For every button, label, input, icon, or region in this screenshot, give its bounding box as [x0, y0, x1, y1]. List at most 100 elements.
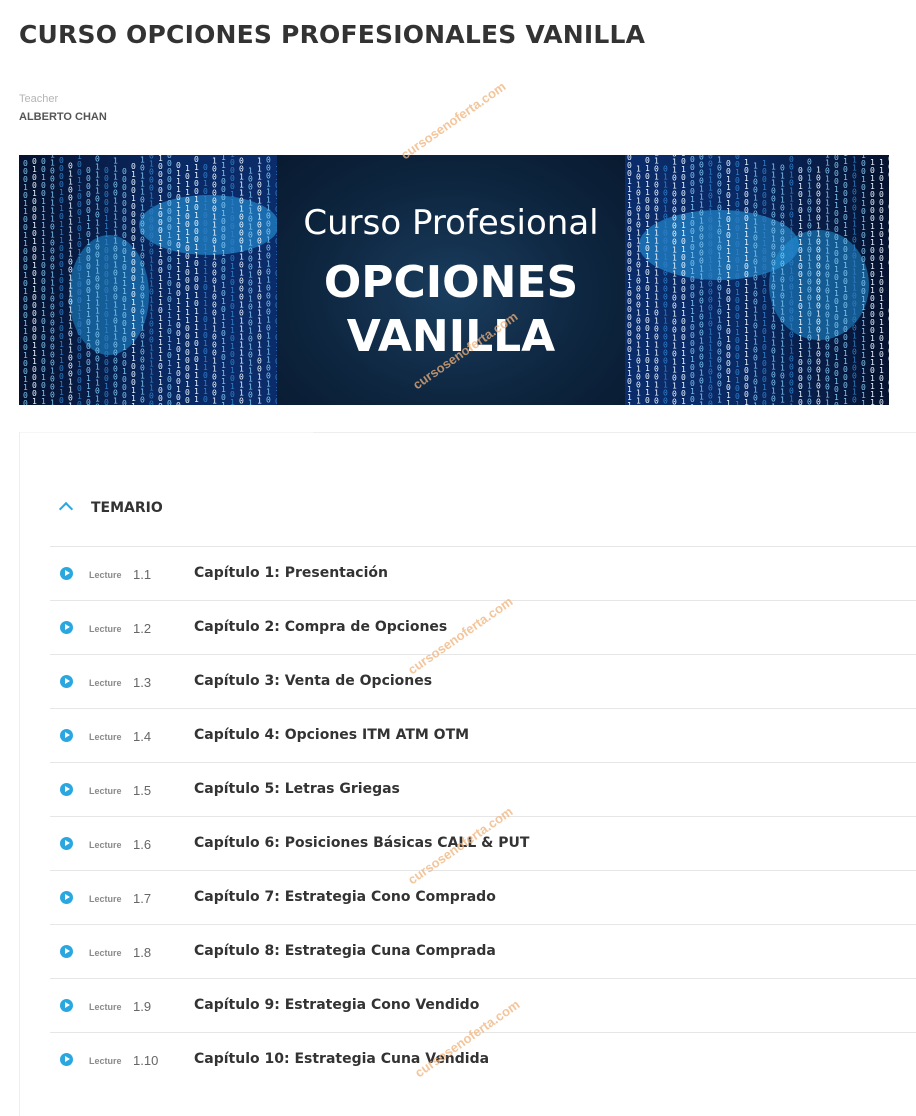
binary-digit-column: 00000111001010100011100001000101 — [690, 155, 695, 405]
play-circle-icon[interactable] — [60, 891, 73, 904]
binary-digit-column: 1101000010100110011011010110110 — [879, 158, 884, 405]
binary-digit-column: 11010001011000100100100001100011 — [843, 155, 848, 405]
lecture-number: 1.8 — [133, 945, 152, 960]
play-circle-icon[interactable] — [60, 837, 73, 850]
binary-digit-column: 11011111110111001010011000100011 — [825, 155, 830, 405]
binary-digit-column: 00000000001000010101110110110000 — [167, 155, 172, 405]
play-circle-icon[interactable] — [60, 999, 73, 1012]
lecture-title-link[interactable]: Capítulo 5: Letras Griegas — [194, 781, 400, 797]
binary-digit-column: 00101000011010000001100011110101 — [681, 155, 686, 405]
binary-digit-column: 11010000111111111111010011000110 — [654, 155, 659, 405]
lecture-title-link[interactable]: Capítulo 4: Opciones ITM ATM OTM — [194, 727, 469, 743]
binary-digit-column: 1000010110101110011010100000011 — [717, 155, 722, 404]
binary-digit-column: 00011101000010111110011000110011 — [888, 155, 889, 405]
binary-digit-column: 11100001000010001010110110111101 — [221, 155, 226, 405]
binary-digit-column: 011110000000010101101111110111 — [780, 164, 785, 405]
binary-digit-column: 1100100110010101001101100110101 — [753, 161, 758, 405]
binary-digit-column: 10010110110100110011111111011011 — [861, 155, 866, 405]
curriculum-section-header[interactable]: TEMARIO — [50, 496, 910, 520]
binary-digit-column: 00001110000100101101000001001010 — [834, 155, 839, 405]
banner-subtitle: Curso Profesional — [303, 203, 599, 243]
binary-digit-column: 00101100011101101011100111010110 — [645, 155, 650, 405]
lecture-row[interactable]: Lecture 1.7 Capítulo 7: Estrategia Cono Co… — [50, 870, 916, 924]
binary-digit-column: 1011000011111001111111111100001 — [744, 158, 749, 405]
binary-digit-column: 11000111101000011100000000010001 — [50, 155, 55, 405]
binary-digit-column: 0100100000100001010110111000111 — [131, 162, 136, 405]
banner-title-line1: OPCIONES — [323, 257, 579, 308]
lecture-row[interactable]: Lecture 1.8 Capítulo 8: Estrategia Cuna Co… — [50, 924, 916, 978]
lecture-title-link[interactable]: Capítulo 7: Estrategia Cono Comprado — [194, 889, 496, 905]
lecture-type-label: Lecture — [89, 786, 122, 796]
binary-digit-column: 01000110000001111011100011111100 — [149, 155, 154, 405]
curriculum-panel: TEMARIO Lecture 1.1 Capítulo 1: Presentaci… — [19, 432, 916, 1116]
binary-digit-column: 01111010111001100111110000111010 — [95, 155, 100, 405]
binary-digit-column: 0100100010100101100000011100001 — [32, 157, 37, 405]
watermark-text: cursosenoferta.com — [398, 78, 509, 163]
binary-digit-column: 1001000011100001010110101000100 — [762, 159, 767, 405]
lecture-type-label: Lecture — [89, 894, 122, 904]
binary-digit-column: 1101000111010111100100110100110 — [852, 156, 857, 405]
binary-digit-column: 1110011111100101001101100000001 — [113, 157, 118, 405]
binary-digit-column: 0011011010111011001110100001011 — [726, 159, 731, 405]
binary-digit-column: 0010011111111000001101001001011 — [41, 157, 46, 405]
binary-digit-column: 00111011000001100000101111101000 — [708, 155, 713, 405]
lecture-number: 1.10 — [133, 1053, 159, 1068]
lecture-number: 1.7 — [133, 891, 152, 906]
binary-digit-column: 1000000111011000100011000110001 — [212, 156, 217, 405]
section-title: TEMARIO — [91, 500, 163, 516]
lecture-title-link[interactable]: Capítulo 2: Compra de Opciones — [194, 619, 447, 635]
lecture-title-link[interactable]: Capítulo 9: Estrategia Cono Vendido — [194, 997, 479, 1013]
play-circle-icon[interactable] — [60, 783, 73, 796]
lecture-row[interactable]: Lecture 1.3 Capítulo 3: Venta de Opciones — [50, 654, 916, 708]
lecture-title-link[interactable]: Capítulo 3: Venta de Opciones — [194, 673, 432, 689]
lecture-row[interactable]: Lecture 1.5 Capítulo 5: Letras Griegas — [50, 762, 916, 816]
binary-digit-column: 000000110100010011101100001110 — [86, 166, 91, 405]
divider — [20, 432, 313, 433]
binary-digit-column: 000000111100000011011000000100 — [104, 166, 109, 405]
lecture-type-label: Lecture — [89, 732, 122, 742]
lecture-type-label: Lecture — [89, 678, 122, 688]
binary-digit-column: 10000111001000110110111010010101 — [230, 155, 235, 405]
binary-digit-column: 1110010100011101101111011001111 — [257, 157, 262, 405]
chevron-up-icon[interactable] — [58, 501, 74, 517]
binary-digit-column: 0001011001100010100011001001100 — [23, 159, 28, 405]
binary-digit-column: 10011000101011010001100000100010 — [77, 155, 82, 405]
lecture-number: 1.9 — [133, 999, 152, 1014]
lecture-type-label: Lecture — [89, 624, 122, 634]
binary-digit-column: 01101000000011111100100110110100 — [672, 155, 677, 405]
play-circle-icon[interactable] — [60, 729, 73, 742]
lecture-title-link[interactable]: Capítulo 1: Presentación — [194, 565, 388, 581]
teacher-label: Teacher — [19, 93, 59, 105]
binary-digit-column: 10000110001110011110111111011000 — [158, 155, 163, 405]
teacher-name[interactable]: ALBERTO CHAN — [19, 111, 107, 123]
course-title: CURSO OPCIONES PROFESIONALES VANILLA — [19, 20, 646, 49]
binary-digit-column: 0111011111011110011100101100100 — [176, 161, 181, 405]
lecture-type-label: Lecture — [89, 1002, 122, 1012]
binary-digit-column: 00101110111000100100010110000011 — [789, 155, 794, 405]
binary-digit-column: 00001110100000111001000100010111 — [699, 155, 704, 405]
lecture-row[interactable]: Lecture 1.1 Capítulo 1: Presentación — [50, 546, 916, 600]
play-circle-icon[interactable] — [60, 621, 73, 634]
lecture-number: 1.1 — [133, 567, 152, 582]
binary-digit-column: 011001010001000000110000011100 — [663, 165, 668, 405]
play-circle-icon[interactable] — [60, 945, 73, 958]
binary-digit-column: 0001111000100101000010111100110 — [266, 155, 271, 404]
binary-digit-column: 100000011000000000100110001010 — [816, 165, 821, 405]
binary-digit-column: 101010101111010000100011010011 — [636, 165, 641, 405]
play-circle-icon[interactable] — [60, 567, 73, 580]
binary-digit-column: 0011100100101100001011011000110 — [807, 157, 812, 405]
binary-digit-column: 00011110001000011000000001110111 — [627, 155, 632, 405]
binary-digit-column: 0110010100011010010111101011111 — [194, 155, 199, 404]
play-circle-icon[interactable] — [60, 1053, 73, 1066]
binary-digit-column: 001011000011111011101010110110 — [203, 163, 208, 404]
binary-digit-column: 100111010100010010101010111101 — [248, 167, 253, 405]
binary-digit-column: 1011000011100101100000101101111 — [870, 158, 875, 405]
lecture-type-label: Lecture — [89, 948, 122, 958]
binary-digit-column: 0011101000011010001011111110110 — [239, 157, 244, 405]
lecture-row[interactable]: Lecture 1.10 Capítulo 10: Estrategia Cuna … — [50, 1032, 916, 1086]
lecture-type-label: Lecture — [89, 1056, 122, 1066]
play-circle-icon[interactable] — [60, 675, 73, 688]
lecture-row[interactable]: Lecture 1.4 Capítulo 4: Opciones ITM ATM O… — [50, 708, 916, 762]
lecture-title-link[interactable]: Capítulo 8: Estrategia Cuna Comprada — [194, 943, 496, 959]
binary-digit-column: 1110010001000110111101101100101 — [771, 162, 776, 405]
